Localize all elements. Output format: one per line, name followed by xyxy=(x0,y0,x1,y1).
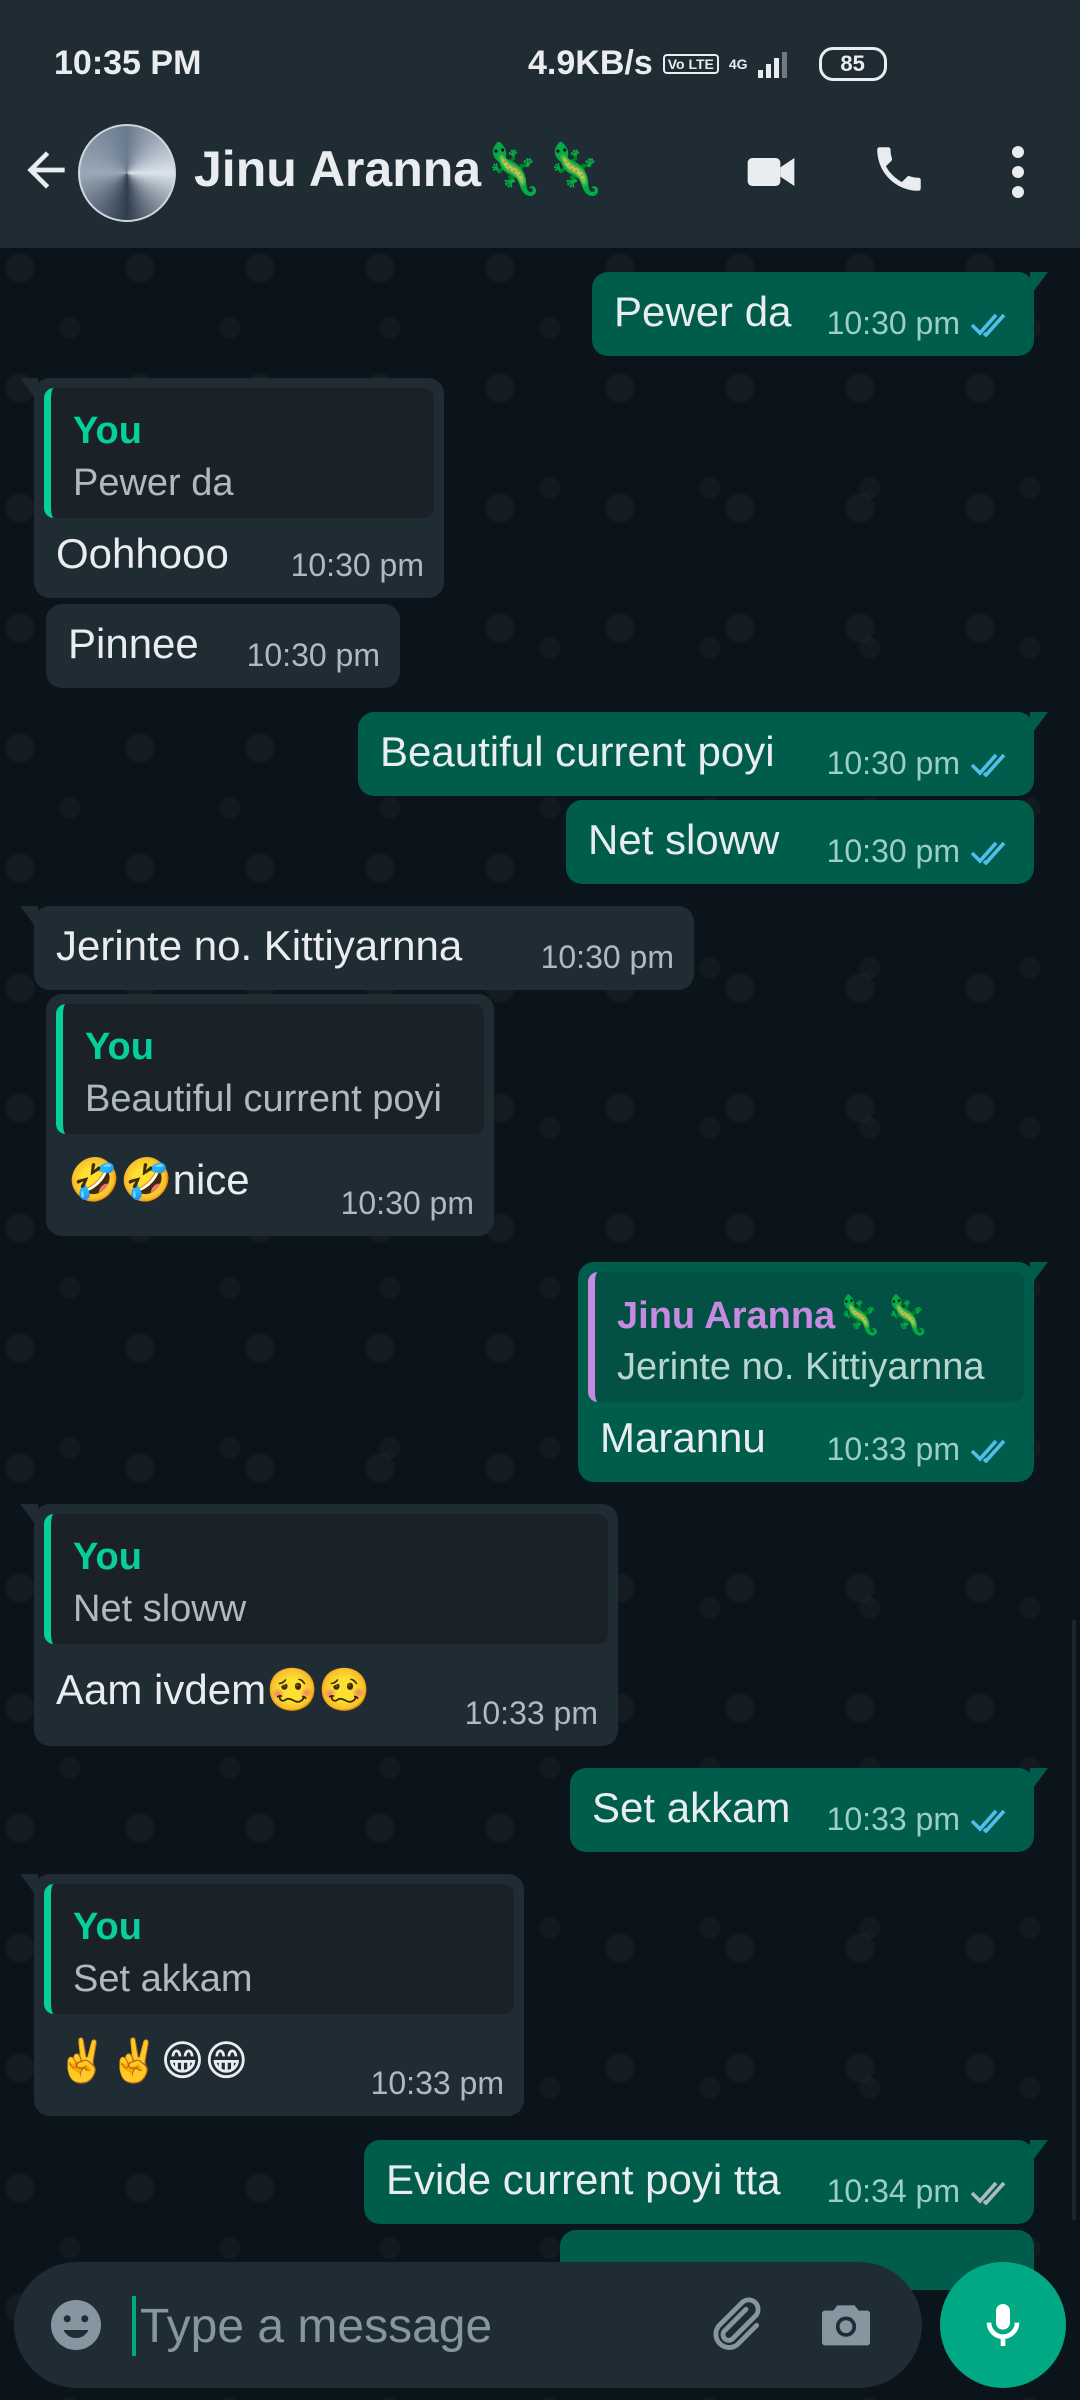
message-text: Beautiful current poyi xyxy=(380,728,775,775)
message-meta: 10:30 pm xyxy=(827,745,1014,782)
message-incoming[interactable]: You Beautiful current poyi 🤣🤣nice 10:30 … xyxy=(46,994,494,1236)
message-meta: 10:30 pm xyxy=(827,833,1014,870)
message-incoming[interactable]: Jerinte no. Kittiyarnna 10:30 pm xyxy=(20,906,694,990)
delivered-ticks-icon xyxy=(970,2181,1006,2205)
message-input[interactable] xyxy=(138,2288,682,2364)
message-incoming[interactable]: You Pewer da Oohhooo 10:30 pm xyxy=(20,378,444,598)
status-bar: 10:35 PM 4.9KB/s Vo LTE 4G 85 xyxy=(0,0,1080,96)
message-meta: 10:30 pm xyxy=(827,305,1014,342)
message-meta: 10:33 pm xyxy=(827,1801,1014,1838)
quote-author: You xyxy=(73,1536,142,1578)
message-outgoing[interactable]: Set akkam 10:33 pm xyxy=(570,1768,1048,1852)
quote-text: Set akkam xyxy=(73,1958,253,2000)
message-text: ✌️✌️😁😁 xyxy=(56,2037,249,2084)
read-ticks-icon xyxy=(970,753,1006,777)
message-text: Pinnee xyxy=(68,620,199,667)
quote-author: You xyxy=(73,1906,142,1948)
text-cursor xyxy=(132,2296,136,2356)
read-ticks-icon xyxy=(970,1809,1006,1833)
quote-author: You xyxy=(85,1026,154,1068)
message-incoming[interactable]: Pinnee 10:30 pm xyxy=(46,604,400,688)
message-time: 10:33 pm xyxy=(826,1801,960,1837)
message-text: Set akkam xyxy=(592,1784,791,1831)
video-call-icon[interactable] xyxy=(740,144,802,200)
back-arrow-icon[interactable] xyxy=(18,142,74,198)
message-outgoing[interactable]: Beautiful current poyi 10:30 pm xyxy=(358,712,1048,796)
camera-icon[interactable] xyxy=(814,2292,878,2356)
message-text: 🤣🤣nice xyxy=(68,1156,250,1203)
message-incoming[interactable]: You Net sloww Aam ivdem🥴🥴 10:33 pm xyxy=(20,1504,618,1746)
message-time: 10:33 pm xyxy=(370,2065,504,2101)
message-time: 10:33 pm xyxy=(464,1695,598,1731)
read-ticks-icon xyxy=(970,1439,1006,1463)
message-time: 10:33 pm xyxy=(826,1431,960,1467)
message-incoming[interactable]: You Set akkam ✌️✌️😁😁 10:33 pm xyxy=(20,1874,524,2116)
message-meta: 10:34 pm xyxy=(827,2173,1014,2210)
quoted-message[interactable]: Jinu Aranna🦎🦎 Jerinte no. Kittiyarnna xyxy=(588,1272,1024,1402)
phone-call-icon[interactable] xyxy=(870,140,928,198)
chat-header: Jinu Aranna🦎🦎 xyxy=(0,96,1080,248)
quoted-message[interactable]: You Pewer da xyxy=(44,388,434,518)
message-time: 10:30 pm xyxy=(826,745,960,781)
contact-name[interactable]: Jinu Aranna🦎🦎 xyxy=(194,140,606,199)
message-meta: 10:33 pm xyxy=(827,1431,1014,1468)
volte-icon: Vo LTE xyxy=(662,53,719,74)
status-indicators: 4.9KB/s Vo LTE 4G 85 xyxy=(528,44,887,83)
message-text: Aam ivdem🥴🥴 xyxy=(56,1666,371,1713)
message-time: 10:30 pm xyxy=(290,547,424,583)
message-text: Oohhooo xyxy=(56,530,229,577)
quoted-message[interactable]: You Net sloww xyxy=(44,1514,608,1644)
message-time: 10:30 pm xyxy=(540,939,674,975)
message-outgoing[interactable]: Evide current poyi tta 10:34 pm xyxy=(364,2140,1048,2224)
message-time: 10:30 pm xyxy=(340,1185,474,1221)
message-text: Marannu xyxy=(600,1414,766,1461)
attach-icon[interactable] xyxy=(702,2292,766,2356)
read-ticks-icon xyxy=(970,313,1006,337)
quote-text: Net sloww xyxy=(73,1588,247,1630)
network-type: 4G xyxy=(728,55,748,72)
read-ticks-icon xyxy=(970,841,1006,865)
more-options-icon[interactable] xyxy=(1000,142,1036,202)
quote-text: Jerinte no. Kittiyarnna xyxy=(617,1346,985,1388)
mic-icon xyxy=(986,2304,1020,2346)
signal-icon xyxy=(757,50,787,78)
message-text: Evide current poyi tta xyxy=(386,2156,781,2203)
quote-text: Beautiful current poyi xyxy=(85,1078,442,1120)
message-outgoing[interactable]: Jinu Aranna🦎🦎 Jerinte no. Kittiyarnna Ma… xyxy=(578,1262,1048,1482)
mic-button[interactable] xyxy=(940,2262,1066,2388)
scrollbar[interactable] xyxy=(1072,1620,1076,2220)
message-composer xyxy=(14,2262,922,2388)
network-speed: 4.9KB/s xyxy=(528,44,653,82)
status-time: 10:35 PM xyxy=(54,44,202,82)
message-time: 10:30 pm xyxy=(246,637,380,673)
quoted-message[interactable]: You Beautiful current poyi xyxy=(56,1004,484,1134)
quote-author: You xyxy=(73,410,142,452)
battery-icon: 85 xyxy=(818,46,887,81)
quoted-message[interactable]: You Set akkam xyxy=(44,1884,514,2014)
message-time: 10:34 pm xyxy=(826,2173,960,2209)
message-text: Pewer da xyxy=(614,288,792,335)
avatar[interactable] xyxy=(78,124,176,222)
emoji-icon[interactable] xyxy=(46,2295,106,2355)
message-text: Net sloww xyxy=(588,816,780,863)
message-time: 10:30 pm xyxy=(826,833,960,869)
quote-text: Pewer da xyxy=(73,462,234,504)
message-time: 10:30 pm xyxy=(826,305,960,341)
message-outgoing[interactable]: Net sloww 10:30 pm xyxy=(566,800,1034,884)
message-text: Jerinte no. Kittiyarnna xyxy=(56,922,463,969)
message-outgoing[interactable]: Pewer da 10:30 pm xyxy=(592,272,1048,356)
quote-author: Jinu Aranna🦎🦎 xyxy=(617,1295,930,1337)
